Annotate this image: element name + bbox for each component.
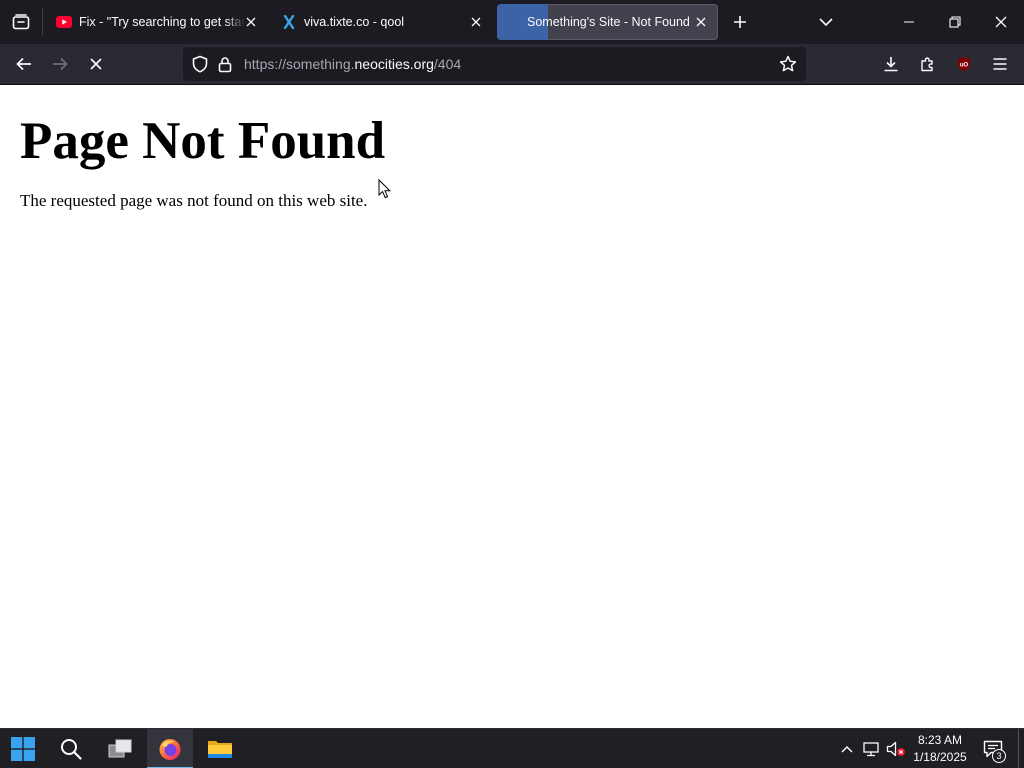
forward-button[interactable] [44, 48, 76, 80]
tab-title: viva.tixte.co - qool [304, 15, 405, 29]
plus-icon [734, 16, 746, 28]
new-tab-button[interactable] [724, 0, 756, 44]
web-page-content: Page Not Found The requested page was no… [0, 85, 1024, 728]
show-hidden-icons-button[interactable] [836, 729, 858, 768]
not-found-message: The requested page was not found on this… [20, 191, 368, 210]
stop-loading-button[interactable] [80, 48, 112, 80]
ublock-origin-button[interactable]: uO [948, 48, 980, 80]
close-icon [995, 16, 1007, 28]
tab-active-not-found[interactable]: Something's Site - Not Found [497, 4, 718, 40]
tab-tixte[interactable]: viva.tixte.co - qool [271, 4, 493, 40]
minimize-icon [904, 21, 914, 23]
arrow-left-icon [16, 57, 31, 71]
clock-time: 8:23 AM [917, 733, 963, 747]
ublock-origin-icon: uO [958, 57, 970, 71]
tab-separator [42, 8, 43, 36]
close-tab-icon[interactable] [243, 14, 259, 30]
close-tab-icon[interactable] [468, 14, 484, 30]
mouse-pointer-icon [378, 179, 391, 199]
system-clock[interactable]: 8:23 AM 1/18/2025 [908, 729, 972, 768]
tab-strip: Fix - "Try searching to get started" viv… [0, 0, 1024, 44]
restore-window-button[interactable] [934, 0, 976, 44]
firefox-view-icon [12, 14, 30, 30]
start-button[interactable] [0, 729, 46, 768]
firefox-view-button[interactable] [0, 0, 42, 44]
file-explorer-icon [208, 741, 232, 758]
hamburger-menu-icon [993, 58, 1007, 70]
taskbar-search-button[interactable] [48, 729, 94, 768]
stop-icon [90, 58, 102, 70]
restore-icon [949, 16, 961, 28]
volume-muted-icon [886, 741, 905, 757]
back-button[interactable] [8, 48, 40, 80]
list-all-tabs-button[interactable] [810, 0, 842, 44]
clock-date: 1/18/2025 [913, 750, 967, 764]
tracking-protection-shield-icon[interactable] [191, 55, 209, 73]
close-window-button[interactable] [980, 0, 1022, 44]
downloads-button[interactable] [875, 48, 907, 80]
url-host: neocities.org [354, 56, 434, 72]
network-icon [863, 742, 879, 757]
close-tab-icon[interactable] [693, 14, 709, 30]
tab-youtube[interactable]: Fix - "Try searching to get started" [46, 4, 266, 40]
task-view-button[interactable] [97, 729, 143, 768]
notification-count-badge: 3 [992, 749, 1006, 763]
page-title: Page Not Found [20, 112, 386, 170]
notification-center-button[interactable]: 3 [978, 729, 1008, 768]
show-desktop-button[interactable] [1018, 729, 1020, 768]
youtube-icon [56, 15, 72, 29]
chevron-up-icon [841, 746, 853, 753]
taskbar-firefox-button[interactable] [147, 729, 193, 768]
tab-title: Something's Site - Not Found [527, 15, 690, 29]
tixte-icon [281, 15, 297, 29]
arrow-right-icon [53, 57, 68, 71]
minimize-window-button[interactable] [888, 0, 930, 44]
chevron-down-icon [819, 18, 833, 27]
tab-title: Fix - "Try searching to get started" [79, 15, 245, 29]
lock-icon[interactable] [217, 55, 233, 73]
task-view-icon [108, 739, 132, 758]
taskbar-file-explorer-button[interactable] [197, 729, 243, 768]
address-bar[interactable]: https://something.neocities.org/404 [183, 47, 806, 81]
url-text[interactable]: https://something.neocities.org/404 [244, 47, 461, 81]
bookmark-star-icon[interactable] [779, 55, 797, 73]
puzzle-piece-icon [921, 57, 933, 72]
url-path: /404 [433, 56, 462, 72]
download-icon [884, 57, 898, 72]
windows-taskbar: 8:23 AM 1/18/2025 3 [0, 728, 1024, 768]
extensions-button[interactable] [912, 48, 944, 80]
volume-button[interactable] [884, 729, 908, 768]
search-icon [61, 739, 82, 760]
svg-text:uO: uO [960, 63, 969, 69]
application-menu-button[interactable] [984, 48, 1016, 80]
network-status-button[interactable] [860, 729, 882, 768]
firefox-icon [159, 739, 181, 760]
navigation-toolbar: https://something.neocities.org/404 uO [0, 44, 1024, 85]
url-prefix: https://something. [244, 56, 355, 72]
windows-start-icon [11, 737, 35, 761]
